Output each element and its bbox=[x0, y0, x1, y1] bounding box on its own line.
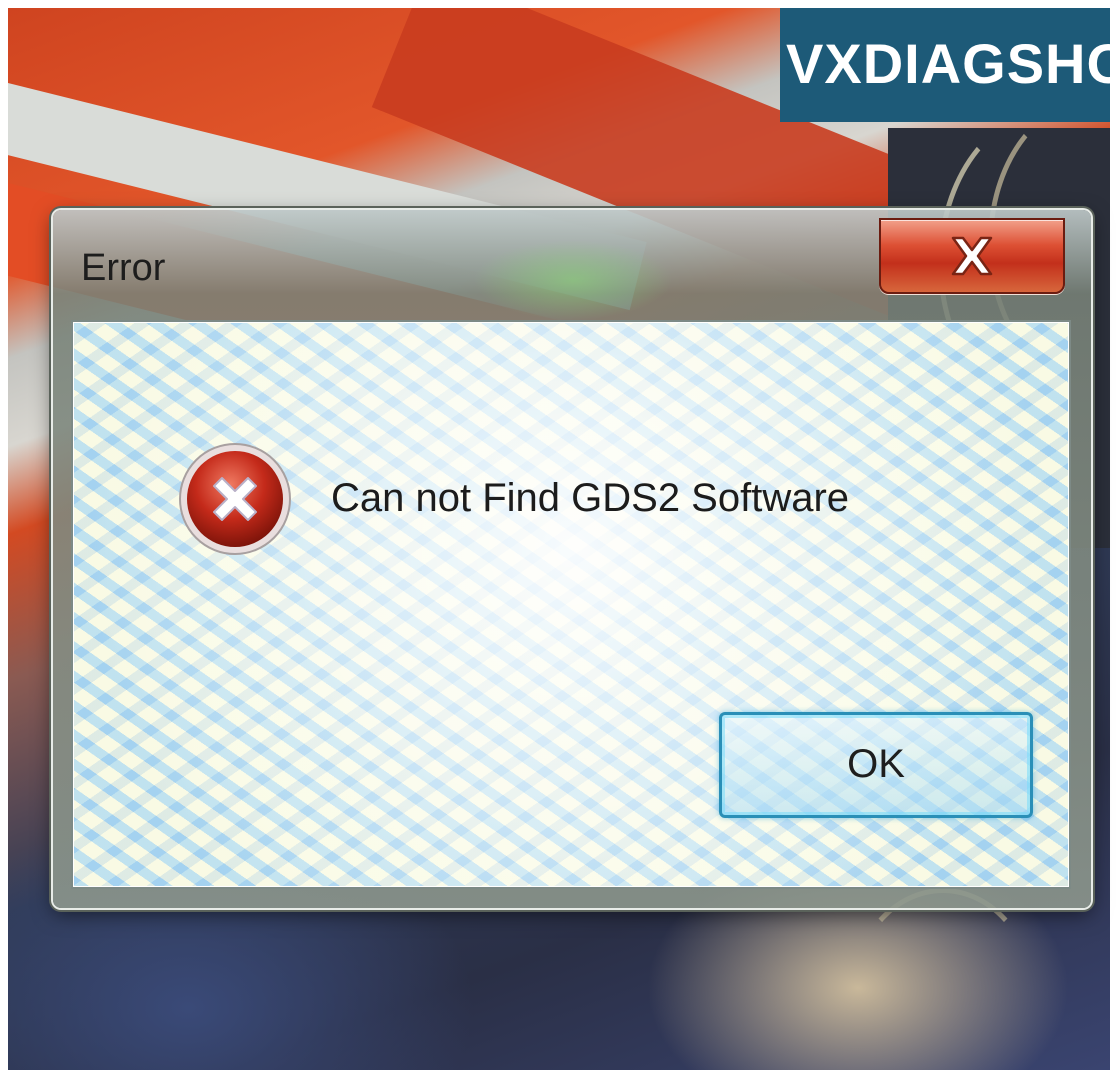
error-dialog: Error Can not Find GDS2 Software OK bbox=[53, 210, 1091, 908]
close-icon bbox=[951, 236, 993, 276]
error-message: Can not Find GDS2 Software bbox=[331, 476, 850, 520]
error-icon bbox=[179, 443, 291, 555]
dialog-content: Can not Find GDS2 Software OK bbox=[71, 320, 1071, 889]
title-bar-glass bbox=[473, 240, 673, 320]
ok-button-label: OK bbox=[847, 742, 905, 786]
watermark-text: VXDIAGSHO bbox=[786, 32, 1110, 95]
dialog-title: Error bbox=[81, 247, 166, 289]
background-cable bbox=[848, 888, 1038, 1070]
close-button[interactable] bbox=[879, 218, 1065, 294]
ok-button[interactable]: OK bbox=[719, 712, 1033, 818]
watermark-banner: VXDIAGSHO bbox=[780, 8, 1110, 122]
